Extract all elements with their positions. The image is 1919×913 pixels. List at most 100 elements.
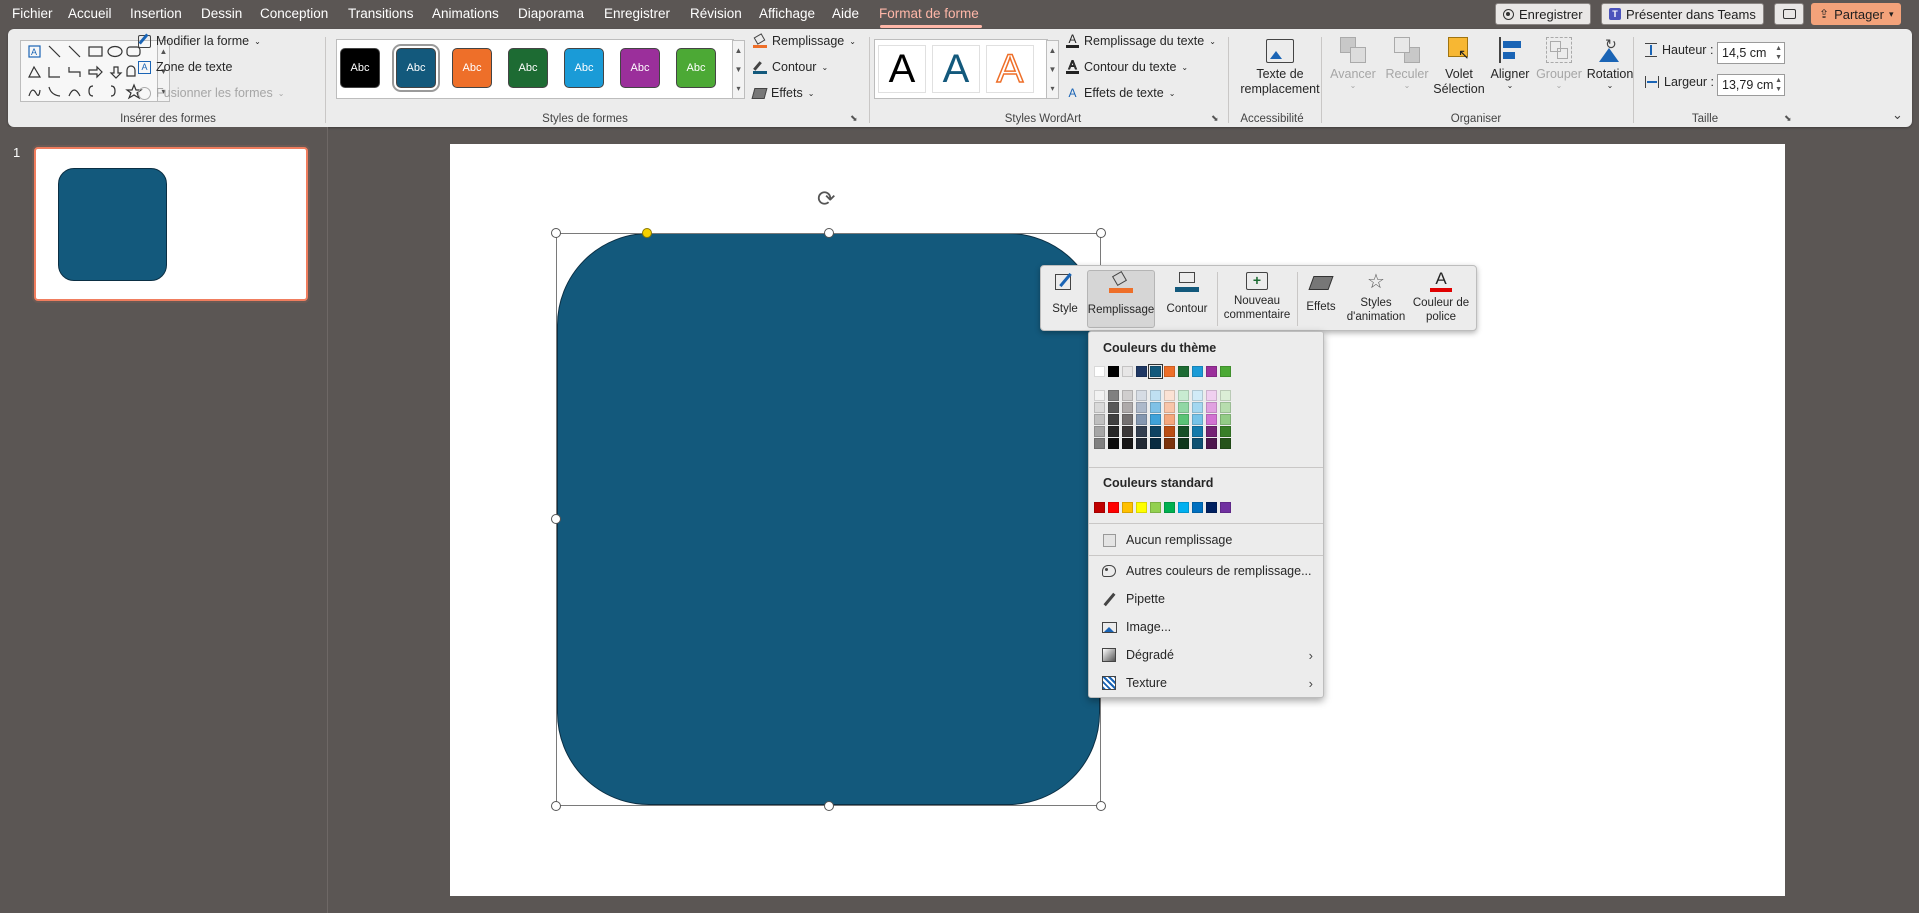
spinner-arrows-icon[interactable]: ▲ ▼ [1775,44,1782,62]
theme-shade-swatch[interactable] [1206,402,1217,413]
eyedropper-item[interactable]: Pipette [1089,586,1323,612]
theme-color-swatch[interactable] [1192,366,1203,377]
present-in-teams-button[interactable]: T Présenter dans Teams [1601,3,1764,25]
standard-color-swatch[interactable] [1192,502,1203,513]
theme-shade-swatch[interactable] [1136,438,1147,449]
theme-shade-swatch[interactable] [1220,402,1231,413]
picture-fill-item[interactable]: Image... [1089,614,1323,640]
theme-shade-swatch[interactable] [1178,438,1189,449]
resize-handle-bottom-right[interactable] [1096,801,1106,811]
shape-style-purple[interactable]: Abc [620,48,660,88]
resize-handle-bottom[interactable] [824,801,834,811]
shape-style-green[interactable]: Abc [508,48,548,88]
theme-shade-swatch[interactable] [1150,414,1161,425]
corner-adjust-handle[interactable] [642,228,652,238]
theme-shade-swatch[interactable] [1150,402,1161,413]
menu-insertion[interactable]: Insertion [130,6,182,21]
collapse-ribbon-icon[interactable]: ⌄ [1892,107,1903,123]
rotate-button[interactable]: ↻ Rotation ⌄ [1582,37,1638,90]
theme-color-swatch[interactable] [1148,364,1163,379]
resize-handle-top[interactable] [824,228,834,238]
theme-shade-swatch[interactable] [1206,390,1217,401]
theme-shade-swatch[interactable] [1220,438,1231,449]
theme-shade-swatch[interactable] [1108,402,1119,413]
theme-shade-swatch[interactable] [1108,390,1119,401]
theme-shade-swatch[interactable] [1136,426,1147,437]
theme-shade-swatch[interactable] [1220,414,1231,425]
send-backward-button[interactable]: Reculer ⌄ [1382,37,1432,90]
dialog-launcher-icon[interactable]: ⬊ [1784,113,1792,124]
theme-color-swatch[interactable] [1178,366,1189,377]
bring-forward-button[interactable]: Avancer ⌄ [1328,37,1378,90]
theme-shade-swatch[interactable] [1108,438,1119,449]
wordart-style-orange-outline[interactable]: A [986,45,1034,93]
share-button[interactable]: ⇪ Partager ▾ [1811,3,1902,25]
new-comment-button[interactable]: + Nouveau commentaire [1219,270,1295,328]
selection-pane-button[interactable]: ↖ Volet Sélection [1433,37,1485,97]
menu-diaporama[interactable]: Diaporama [518,6,584,21]
theme-shade-swatch[interactable] [1094,402,1105,413]
theme-shade-swatch[interactable] [1122,402,1133,413]
wordart-style-blue[interactable]: A [932,45,980,93]
height-input[interactable]: 14,5 cm ▲ ▼ [1717,42,1785,64]
theme-color-swatch[interactable] [1094,366,1105,377]
theme-shade-swatch[interactable] [1178,390,1189,401]
theme-shade-swatch[interactable] [1136,390,1147,401]
menu-enregistrer[interactable]: Enregistrer [604,6,670,21]
text-box-button[interactable]: A Zone de texte [138,60,232,74]
standard-color-swatch[interactable] [1122,502,1133,513]
theme-shade-swatch[interactable] [1178,426,1189,437]
theme-color-swatch[interactable] [1206,366,1217,377]
theme-shade-swatch[interactable] [1150,426,1161,437]
theme-shade-swatch[interactable] [1206,426,1217,437]
theme-shade-swatch[interactable] [1164,390,1175,401]
shape-style-light-blue[interactable]: Abc [564,48,604,88]
theme-shade-swatch[interactable] [1094,390,1105,401]
text-fill-button[interactable]: A Remplissage du texte ⌄ [1066,33,1216,48]
merge-shapes-button[interactable]: Fusionner les formes ⌄ [138,86,284,100]
theme-shade-swatch[interactable] [1206,438,1217,449]
theme-shade-swatch[interactable] [1192,426,1203,437]
mini-style-button[interactable]: Style [1047,270,1083,328]
theme-shade-swatch[interactable] [1164,438,1175,449]
menu-aide[interactable]: Aide [832,6,859,21]
gradient-fill-item[interactable]: Dégradé › [1089,642,1323,668]
theme-shade-swatch[interactable] [1150,390,1161,401]
menu-conception[interactable]: Conception [260,6,328,21]
no-fill-item[interactable]: Aucun remplissage [1089,527,1323,553]
standard-color-swatch[interactable] [1164,502,1175,513]
shape-styles-scroll[interactable]: ▲ ▼ ▾ [732,40,745,99]
shape-style-light-green[interactable]: Abc [676,48,716,88]
comments-button[interactable] [1774,3,1804,25]
menu-dessin[interactable]: Dessin [201,6,242,21]
theme-shade-swatch[interactable] [1178,414,1189,425]
shape-style-blue-selected[interactable]: Abc [392,44,440,92]
edit-shape-button[interactable]: Modifier la forme ⌄ [138,32,261,48]
theme-shade-swatch[interactable] [1164,402,1175,413]
theme-color-swatch[interactable] [1108,366,1119,377]
theme-shade-swatch[interactable] [1136,402,1147,413]
mini-outline-button[interactable]: Contour [1159,270,1215,328]
theme-shade-swatch[interactable] [1164,414,1175,425]
theme-shade-swatch[interactable] [1108,414,1119,425]
standard-color-swatch[interactable] [1220,502,1231,513]
menu-format-de-forme[interactable]: Format de forme [879,6,979,21]
standard-color-swatch[interactable] [1108,502,1119,513]
shape-outline-button[interactable]: Contour ⌄ [753,60,828,74]
resize-handle-top-right[interactable] [1096,228,1106,238]
resize-handle-left[interactable] [551,514,561,524]
dialog-launcher-icon[interactable]: ⬊ [850,113,858,124]
menu-transitions[interactable]: Transitions [348,6,414,21]
mini-fill-button[interactable]: Remplissage [1087,270,1155,328]
theme-shade-swatch[interactable] [1192,414,1203,425]
standard-color-swatch[interactable] [1094,502,1105,513]
theme-shade-swatch[interactable] [1108,426,1119,437]
mini-effects-button[interactable]: Effets [1299,270,1343,328]
theme-shade-swatch[interactable] [1122,438,1133,449]
standard-color-swatch[interactable] [1206,502,1217,513]
menu-animations[interactable]: Animations [432,6,499,21]
width-input[interactable]: 13,79 cm ▲ ▼ [1717,74,1785,96]
resize-handle-top-left[interactable] [551,228,561,238]
theme-shade-swatch[interactable] [1094,414,1105,425]
theme-shade-swatch[interactable] [1192,438,1203,449]
